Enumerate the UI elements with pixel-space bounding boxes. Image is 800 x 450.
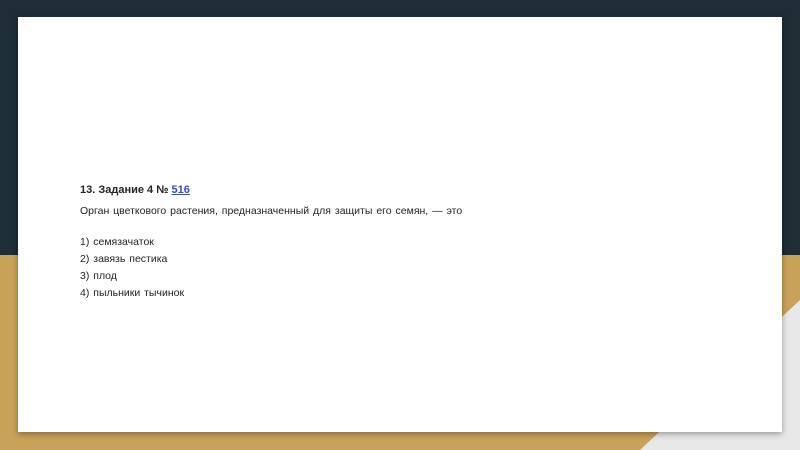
slide-card: 13. Задание 4 № 516 Орган цветкового рас… bbox=[18, 17, 782, 432]
answer-option: 4) пыльники тычинок bbox=[80, 285, 760, 302]
answer-option: 3) плод bbox=[80, 268, 760, 285]
answer-options: 1) семязачаток 2) завязь пестика 3) плод… bbox=[80, 234, 760, 302]
answer-option: 2) завязь пестика bbox=[80, 251, 760, 268]
answer-option-text: 2) завязь пестика bbox=[80, 253, 168, 265]
answer-option-text: 4) пыльники тычинок bbox=[80, 287, 185, 299]
answer-option-text: 3) плод bbox=[80, 270, 117, 282]
question-text: Орган цветкового растения, предназначенн… bbox=[80, 205, 463, 217]
answer-option: 1) семязачаток bbox=[80, 234, 760, 251]
answer-option-text: 1) семязачаток bbox=[80, 236, 154, 248]
task-number-link[interactable]: 516 bbox=[172, 184, 190, 196]
task-heading-text: 13. Задание 4 № bbox=[80, 184, 169, 196]
task-heading: 13. Задание 4 № 516 bbox=[80, 183, 760, 197]
task-content: 13. Задание 4 № 516 Орган цветкового рас… bbox=[80, 183, 760, 302]
